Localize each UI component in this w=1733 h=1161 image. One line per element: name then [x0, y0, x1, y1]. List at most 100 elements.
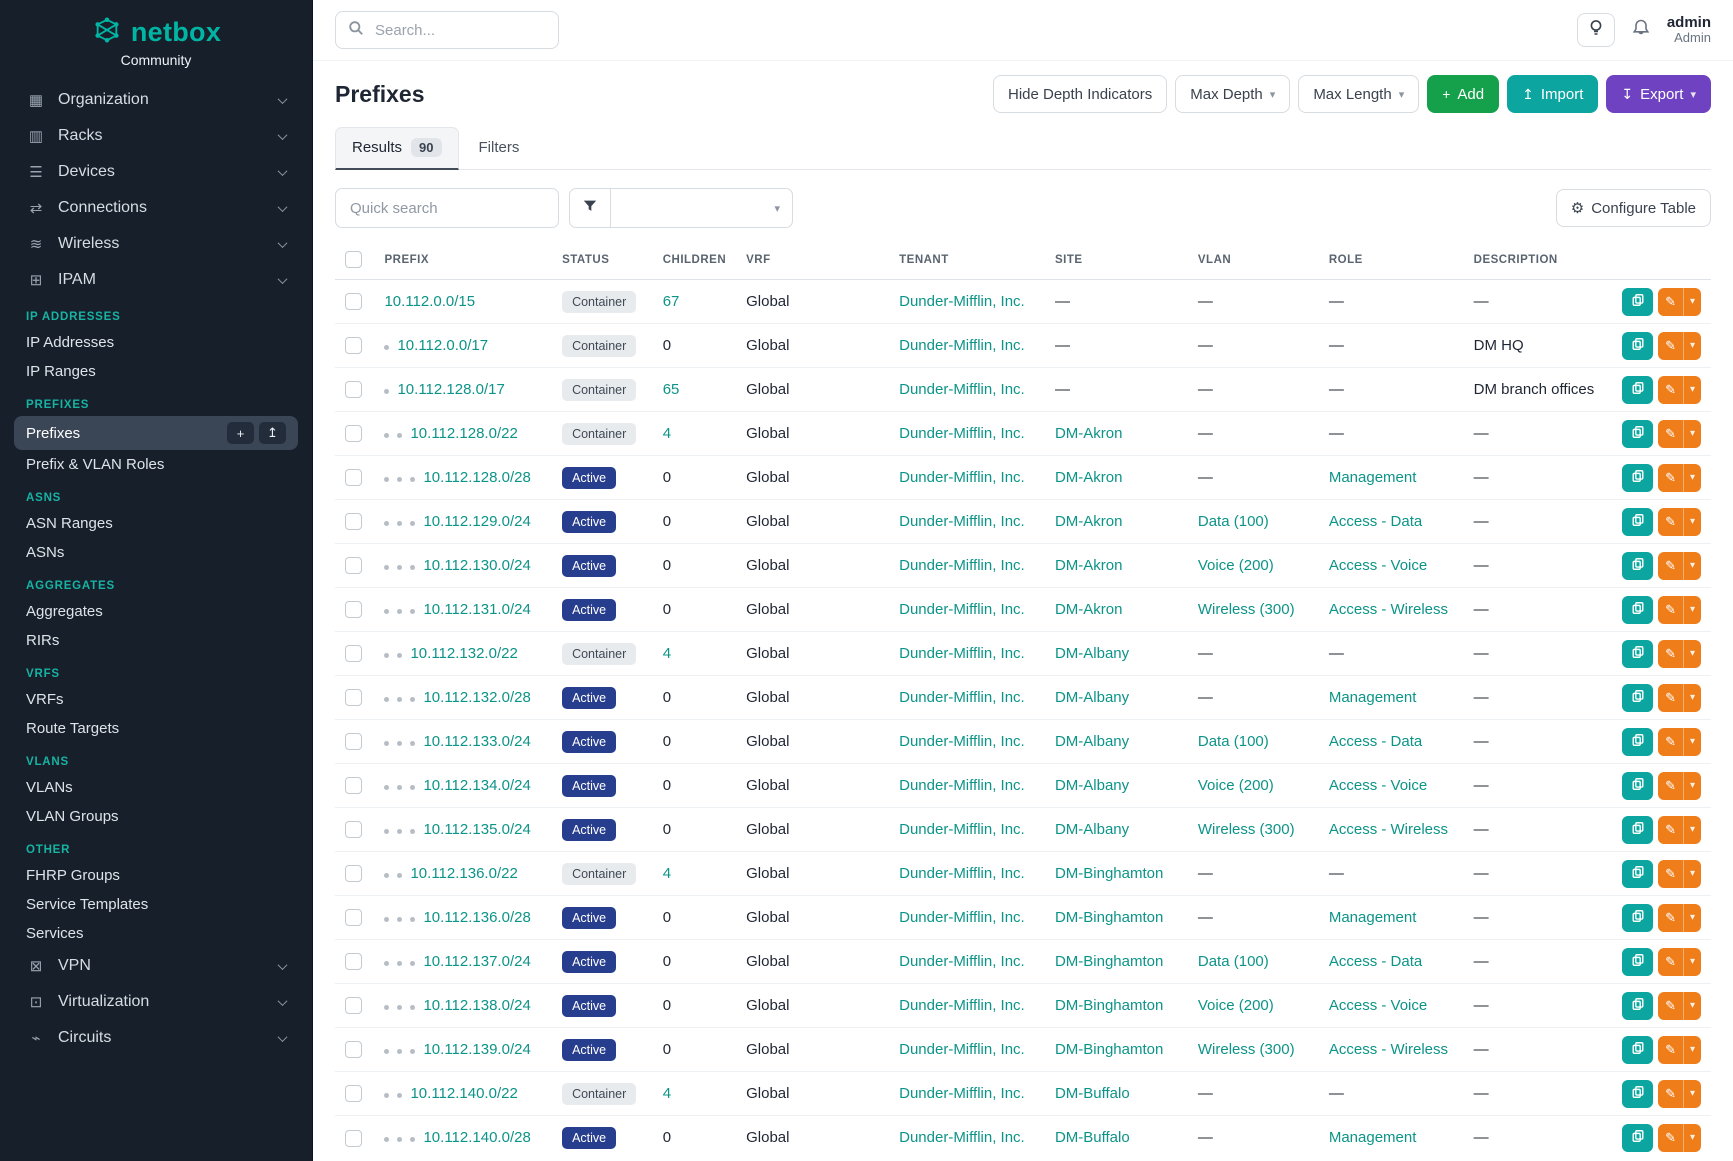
site-link[interactable]: DM-Albany	[1055, 733, 1129, 750]
row-checkbox[interactable]	[345, 469, 362, 486]
role-link[interactable]: Access - Voice	[1329, 997, 1427, 1014]
clone-button[interactable]	[1622, 640, 1653, 668]
row-checkbox[interactable]	[345, 777, 362, 794]
prefix-link[interactable]: 10.112.128.0/28	[423, 469, 530, 486]
row-checkbox[interactable]	[345, 557, 362, 574]
prefix-link[interactable]: 10.112.134.0/24	[423, 777, 530, 794]
children-count-link[interactable]: 4	[663, 645, 671, 662]
edit-dropdown-button[interactable]: ✎▾	[1658, 728, 1701, 756]
select-all-checkbox[interactable]	[345, 251, 362, 268]
edit-dropdown-button[interactable]: ✎▾	[1658, 948, 1701, 976]
site-link[interactable]: DM-Binghamton	[1055, 1041, 1163, 1058]
sidebar-item-prefix-vlan-roles[interactable]: Prefix & VLAN Roles	[14, 450, 298, 479]
role-link[interactable]: Access - Data	[1329, 513, 1422, 530]
sidebar-item-circuits[interactable]: ⌁Circuits	[14, 1020, 298, 1056]
edit-dropdown-button[interactable]: ✎▾	[1658, 1080, 1701, 1108]
configure-table-button[interactable]: ⚙ Configure Table	[1556, 189, 1711, 227]
row-checkbox[interactable]	[345, 953, 362, 970]
clone-button[interactable]	[1622, 596, 1653, 624]
edit-dropdown-button[interactable]: ✎▾	[1658, 684, 1701, 712]
clone-button[interactable]	[1622, 816, 1653, 844]
sidebar-item-racks[interactable]: ▥Racks	[14, 118, 298, 154]
edit-dropdown-button[interactable]: ✎▾	[1658, 1124, 1701, 1152]
quick-search[interactable]	[335, 188, 559, 228]
tenant-link[interactable]: Dunder-Mifflin, Inc.	[899, 469, 1025, 486]
children-count-link[interactable]: 67	[663, 293, 680, 310]
site-link[interactable]: DM-Akron	[1055, 425, 1123, 442]
vlan-link[interactable]: Voice (200)	[1198, 997, 1274, 1014]
clone-button[interactable]	[1622, 508, 1653, 536]
prefix-link[interactable]: 10.112.132.0/22	[410, 645, 517, 662]
clone-button[interactable]	[1622, 420, 1653, 448]
sidebar-item-wireless[interactable]: ≋Wireless	[14, 226, 298, 262]
max-length-dropdown[interactable]: Max Length ▾	[1298, 75, 1419, 113]
edit-dropdown-button[interactable]: ✎▾	[1658, 772, 1701, 800]
clone-button[interactable]	[1622, 1080, 1653, 1108]
sidebar-item-vpn[interactable]: ⊠VPN	[14, 948, 298, 984]
row-checkbox[interactable]	[345, 997, 362, 1014]
prefix-link[interactable]: 10.112.137.0/24	[423, 953, 530, 970]
prefix-link[interactable]: 10.112.132.0/28	[423, 689, 530, 706]
vlan-link[interactable]: Wireless (300)	[1198, 601, 1295, 618]
prefix-link[interactable]: 10.112.0.0/15	[384, 293, 475, 310]
export-dropdown[interactable]: ↧ Export ▾	[1606, 75, 1711, 113]
row-checkbox[interactable]	[345, 1130, 362, 1147]
sidebar-item-connections[interactable]: ⇄Connections	[14, 190, 298, 226]
prefix-link[interactable]: 10.112.136.0/28	[423, 909, 530, 926]
clone-button[interactable]	[1622, 552, 1653, 580]
sidebar-item-ip-addresses[interactable]: IP Addresses	[14, 328, 298, 357]
sidebar-item-fhrp-groups[interactable]: FHRP Groups	[14, 861, 298, 890]
site-link[interactable]: DM-Binghamton	[1055, 997, 1163, 1014]
row-checkbox[interactable]	[345, 689, 362, 706]
edit-dropdown-button[interactable]: ✎▾	[1658, 464, 1701, 492]
edit-dropdown-button[interactable]: ✎▾	[1658, 860, 1701, 888]
site-link[interactable]: DM-Albany	[1055, 821, 1129, 838]
tenant-link[interactable]: Dunder-Mifflin, Inc.	[899, 293, 1025, 310]
tenant-link[interactable]: Dunder-Mifflin, Inc.	[899, 821, 1025, 838]
vlan-link[interactable]: Wireless (300)	[1198, 821, 1295, 838]
hide-depth-indicators-button[interactable]: Hide Depth Indicators	[993, 75, 1167, 113]
site-link[interactable]: DM-Albany	[1055, 777, 1129, 794]
role-link[interactable]: Access - Voice	[1329, 777, 1427, 794]
site-link[interactable]: DM-Albany	[1055, 689, 1129, 706]
brand[interactable]: netbox Community	[0, 0, 312, 76]
tenant-link[interactable]: Dunder-Mifflin, Inc.	[899, 337, 1025, 354]
edit-dropdown-button[interactable]: ✎▾	[1658, 332, 1701, 360]
prefix-link[interactable]: 10.112.140.0/28	[423, 1129, 530, 1146]
row-checkbox[interactable]	[345, 381, 362, 398]
vlan-link[interactable]: Voice (200)	[1198, 777, 1274, 794]
edit-dropdown-button[interactable]: ✎▾	[1658, 1036, 1701, 1064]
site-link[interactable]: DM-Binghamton	[1055, 909, 1163, 926]
edit-dropdown-button[interactable]: ✎▾	[1658, 992, 1701, 1020]
site-link[interactable]: DM-Buffalo	[1055, 1085, 1130, 1102]
row-checkbox[interactable]	[345, 1085, 362, 1102]
sidebar-item-service-templates[interactable]: Service Templates	[14, 890, 298, 919]
row-checkbox[interactable]	[345, 1041, 362, 1058]
vlan-link[interactable]: Voice (200)	[1198, 557, 1274, 574]
edit-dropdown-button[interactable]: ✎▾	[1658, 816, 1701, 844]
site-link[interactable]: DM-Akron	[1055, 513, 1123, 530]
sidebar-item-vrfs[interactable]: VRFs	[14, 685, 298, 714]
role-link[interactable]: Access - Data	[1329, 733, 1422, 750]
prefix-link[interactable]: 10.112.131.0/24	[423, 601, 530, 618]
row-checkbox[interactable]	[345, 425, 362, 442]
site-link[interactable]: DM-Akron	[1055, 469, 1123, 486]
row-checkbox[interactable]	[345, 337, 362, 354]
add-prefix-button[interactable]: +	[227, 422, 254, 444]
sidebar-item-prefixes[interactable]: Prefixes+↥	[14, 416, 298, 450]
search-input[interactable]	[373, 21, 546, 40]
sidebar-item-vlans[interactable]: VLANs	[14, 773, 298, 802]
prefix-link[interactable]: 10.112.128.0/22	[410, 425, 517, 442]
prefix-link[interactable]: 10.112.139.0/24	[423, 1041, 530, 1058]
tenant-link[interactable]: Dunder-Mifflin, Inc.	[899, 557, 1025, 574]
theme-toggle-button[interactable]	[1577, 13, 1615, 47]
role-link[interactable]: Access - Wireless	[1329, 601, 1448, 618]
role-link[interactable]: Management	[1329, 689, 1417, 706]
role-link[interactable]: Access - Data	[1329, 953, 1422, 970]
row-checkbox[interactable]	[345, 865, 362, 882]
tenant-link[interactable]: Dunder-Mifflin, Inc.	[899, 513, 1025, 530]
edit-dropdown-button[interactable]: ✎▾	[1658, 508, 1701, 536]
sidebar-item-asn-ranges[interactable]: ASN Ranges	[14, 509, 298, 538]
row-checkbox[interactable]	[345, 821, 362, 838]
tenant-link[interactable]: Dunder-Mifflin, Inc.	[899, 1129, 1025, 1146]
